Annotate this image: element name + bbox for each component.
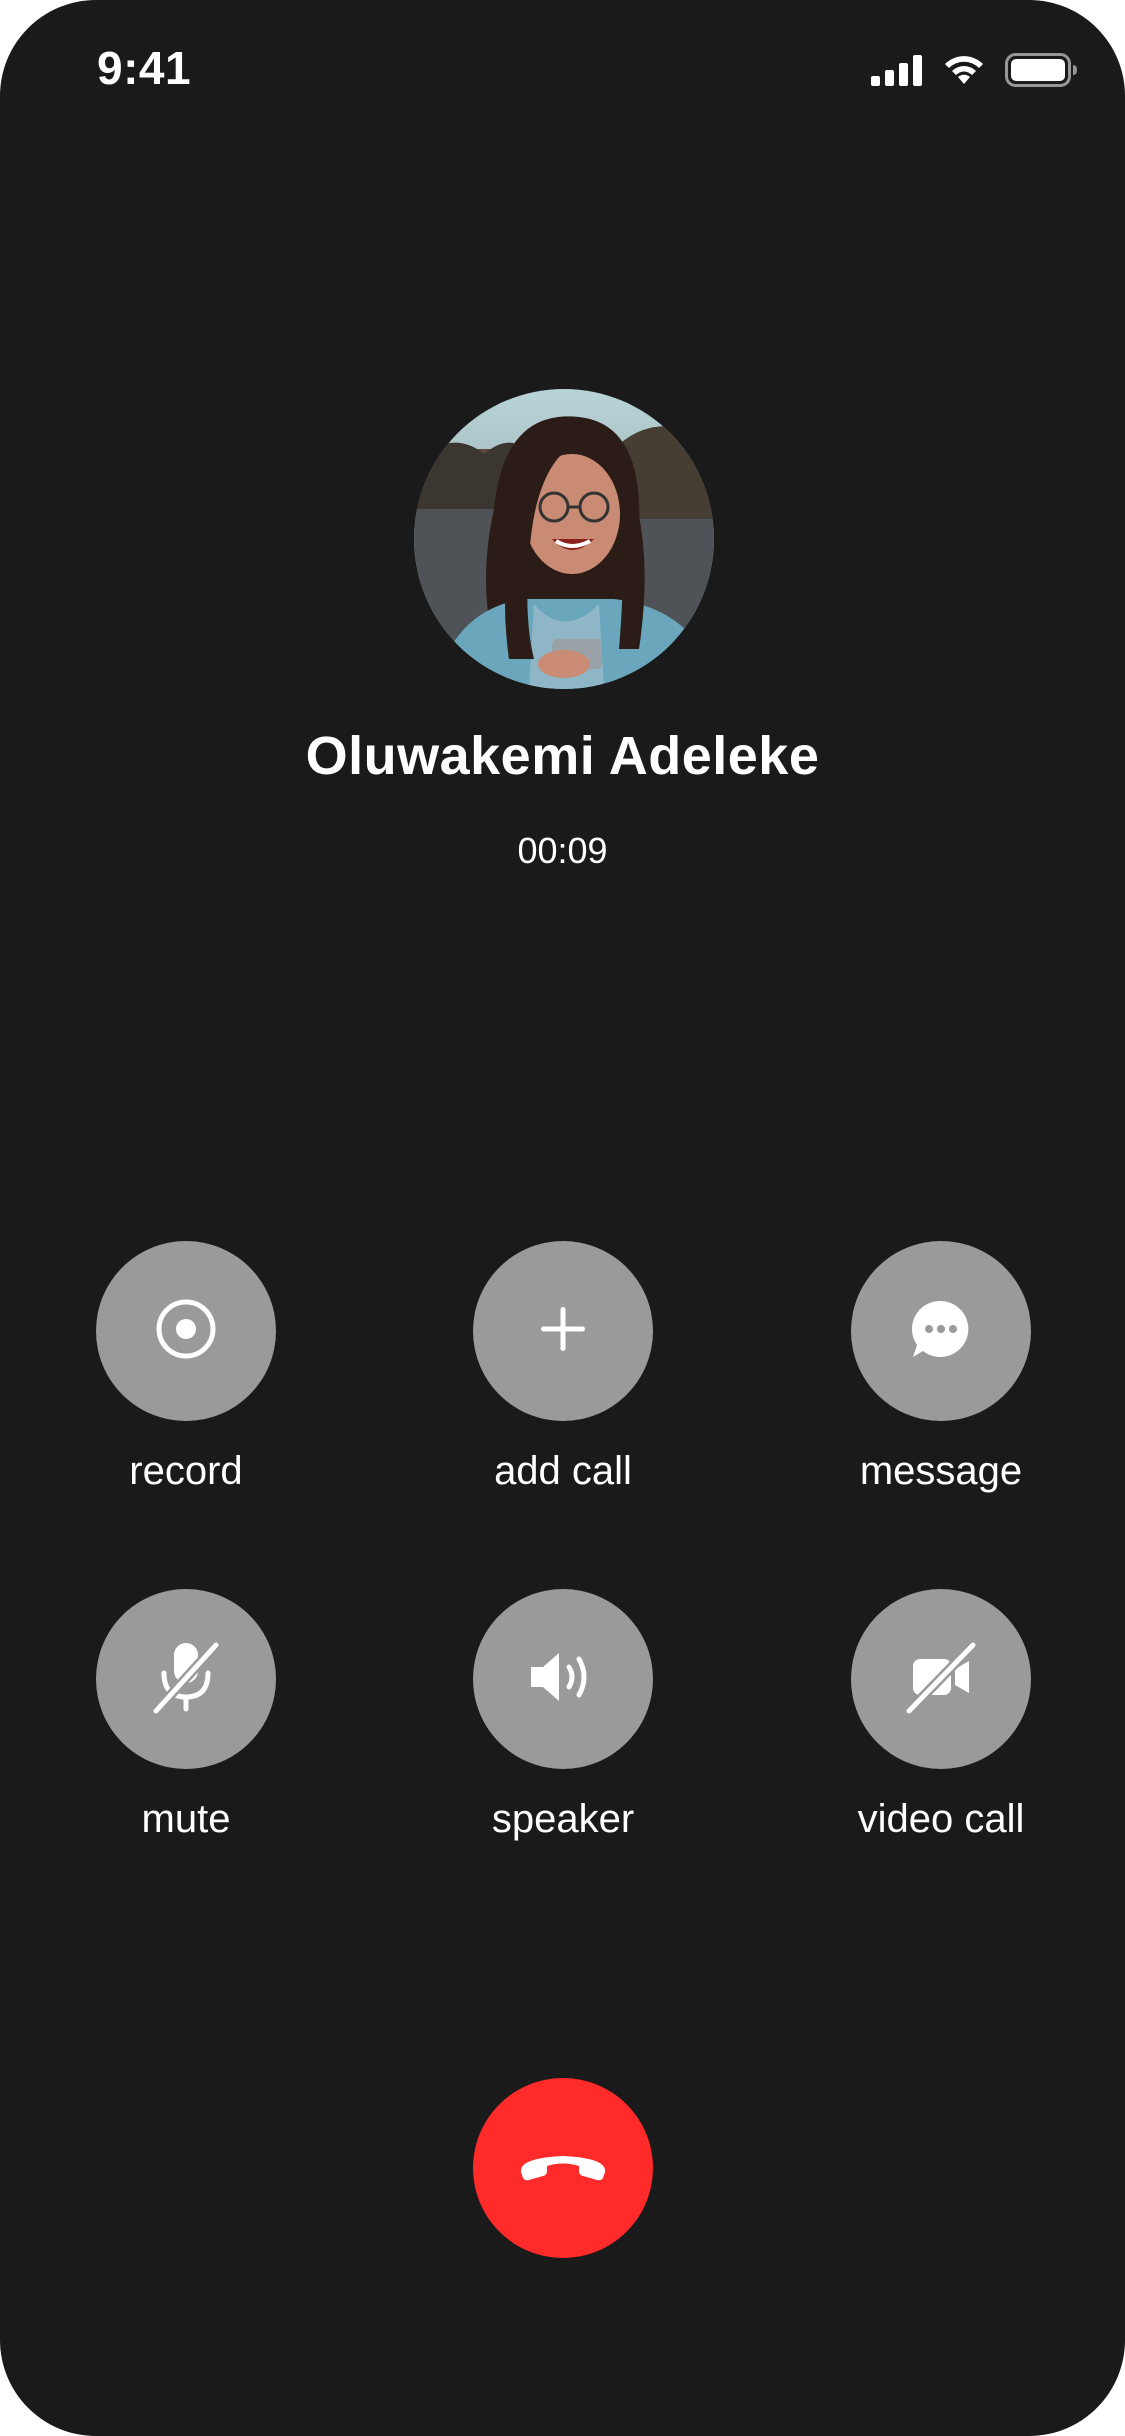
video-off-icon bbox=[903, 1639, 979, 1720]
action-add-call: add call bbox=[413, 1241, 713, 1541]
record-icon bbox=[154, 1297, 218, 1366]
add-call-button[interactable] bbox=[473, 1241, 653, 1421]
add-call-label: add call bbox=[494, 1449, 632, 1493]
action-speaker: speaker bbox=[413, 1589, 713, 1889]
action-video-call: video call bbox=[791, 1589, 1091, 1889]
action-message: message bbox=[791, 1241, 1091, 1541]
phone-screen: 9:41 Oluwakemi Adeleke 00:09 record add … bbox=[0, 0, 1125, 2436]
action-mute: mute bbox=[36, 1589, 336, 1889]
caller-name: Oluwakemi Adeleke bbox=[305, 726, 820, 786]
call-duration: 00:09 bbox=[517, 830, 608, 871]
video-call-label: video call bbox=[857, 1797, 1025, 1841]
battery-icon bbox=[1005, 53, 1079, 87]
mute-label: mute bbox=[141, 1797, 231, 1841]
message-bubble-icon bbox=[909, 1297, 973, 1366]
record-label: record bbox=[129, 1449, 243, 1493]
wifi-icon bbox=[941, 53, 987, 87]
plus-icon bbox=[537, 1303, 589, 1360]
video-call-button[interactable] bbox=[851, 1589, 1031, 1769]
status-icons bbox=[871, 48, 1079, 92]
status-time: 9:41 bbox=[97, 42, 192, 94]
message-button[interactable] bbox=[851, 1241, 1031, 1421]
speaker-button[interactable] bbox=[473, 1589, 653, 1769]
speaker-label: speaker bbox=[491, 1797, 635, 1841]
action-record: record bbox=[36, 1241, 336, 1541]
speaker-icon bbox=[527, 1645, 599, 1714]
caller-avatar bbox=[414, 389, 714, 689]
record-button[interactable] bbox=[96, 1241, 276, 1421]
end-call-button[interactable] bbox=[473, 2078, 653, 2258]
microphone-off-icon bbox=[148, 1639, 224, 1720]
message-label: message bbox=[859, 1449, 1023, 1493]
phone-hangup-icon bbox=[515, 2146, 611, 2191]
cellular-signal-icon bbox=[871, 54, 923, 86]
mute-button[interactable] bbox=[96, 1589, 276, 1769]
